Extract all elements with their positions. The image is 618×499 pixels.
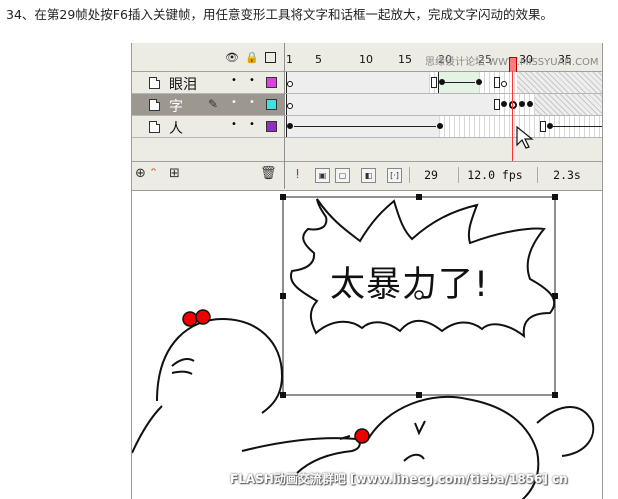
edit-multiple-frames-icon[interactable]: ◧ — [361, 168, 376, 183]
keyframe[interactable] — [519, 101, 525, 107]
layer-page-icon — [149, 99, 160, 111]
frame-row-tears[interactable] — [285, 72, 602, 94]
frame-rate-field[interactable]: 12.0 fps — [458, 167, 531, 183]
add-guide-icon[interactable]: ᵔ — [151, 166, 156, 181]
layer-row-text[interactable]: 字 ✎ • • — [132, 94, 284, 116]
layer-page-icon — [149, 121, 160, 133]
layer-row-tears[interactable]: 眼泪 • • — [132, 72, 284, 94]
frame-end-marker — [494, 77, 500, 88]
onion-markers-icon[interactable]: [·] — [387, 168, 402, 183]
frame-ruler[interactable]: 1 5 10 15 20 25 30 35 思缘设计论坛 WWW.MISSYUA… — [285, 43, 602, 73]
layer-header: 👁 🔒 — [132, 43, 284, 72]
visibility-dot[interactable]: • — [231, 97, 237, 108]
current-frame-field[interactable]: 29 — [409, 167, 452, 183]
lock-dot[interactable]: • — [249, 75, 255, 86]
layer-name: 人 — [169, 121, 183, 137]
pencil-icon: ✎ — [208, 97, 219, 111]
keyframe[interactable] — [476, 79, 482, 85]
trash-icon[interactable]: 🗑 — [260, 166, 277, 181]
chick-head — [156, 317, 284, 414]
frame-row-text[interactable] — [285, 94, 602, 116]
ruler-label: 15 — [398, 53, 412, 66]
layer-name: 眼泪 — [169, 77, 197, 93]
ruler-label: 1 — [286, 53, 293, 66]
keyframe[interactable] — [501, 101, 507, 107]
red-bow — [182, 311, 198, 327]
static-span — [286, 72, 429, 93]
playhead-handle[interactable] — [509, 57, 517, 73]
tween-arrow — [294, 126, 436, 127]
selected-keyframe[interactable] — [509, 101, 517, 109]
frame-row-person[interactable] — [285, 116, 602, 138]
add-layer-icon[interactable]: ⊕ — [135, 166, 146, 181]
onion-skin-icon[interactable]: ▣ — [315, 168, 330, 183]
instruction-text: 34、在第29帧处按F6插入关键帧，用任意变形工具将文字和话框一起放大，完成文字… — [6, 7, 553, 22]
ruler-label: 5 — [315, 53, 322, 66]
eye-icon[interactable]: 👁 — [225, 51, 239, 64]
character-arm — [241, 437, 361, 474]
static-span — [286, 94, 497, 115]
empty-keyframe[interactable] — [501, 81, 507, 87]
layer-toolbar: ⊕ ᵔ ⊞ 🗑 — [132, 161, 284, 190]
keyframe[interactable] — [527, 101, 533, 107]
elapsed-time-field: 2.3s — [537, 167, 596, 183]
layer-page-icon — [149, 77, 160, 89]
hatched-span — [517, 72, 602, 93]
layer-color-swatch[interactable] — [266, 121, 277, 132]
layer-name: 字 — [169, 99, 183, 115]
footer-watermark: FLASH动画交流群吧 [www.linecg.com/tieba/1856] … — [230, 472, 568, 486]
visibility-dot[interactable]: • — [231, 75, 237, 86]
stage-canvas[interactable]: 太暴力了! — [132, 125, 602, 499]
frame-end-marker — [431, 77, 437, 88]
hatched-span — [535, 94, 602, 115]
keyframe[interactable] — [287, 123, 293, 129]
lock-dot[interactable]: • — [249, 119, 255, 130]
timeline-status-bar: ⵑ ▣ ▢ ◧ [·] 29 12.0 fps 2.3s — [285, 161, 602, 190]
flash-editor: 👁 🔒 眼泪 • • 字 ✎ • • 人 • • ⊕ ᵔ ⊞ 🗑 1 5 10 … — [131, 43, 603, 499]
layer-pane: 👁 🔒 眼泪 • • 字 ✎ • • 人 • • ⊕ ᵔ ⊞ 🗑 — [132, 43, 285, 190]
visibility-dot[interactable]: • — [231, 119, 237, 130]
cursor-arrow-icon — [516, 125, 534, 149]
frame-end-marker — [494, 99, 500, 110]
frames-pane: 1 5 10 15 20 25 30 35 思缘设计论坛 WWW.MISSYUA… — [285, 43, 602, 190]
keyframe[interactable] — [437, 123, 443, 129]
lock-dot[interactable]: • — [249, 97, 255, 108]
empty-keyframe[interactable] — [287, 81, 293, 87]
empty-keyframe[interactable] — [287, 103, 293, 109]
layer-color-swatch[interactable] — [266, 77, 277, 88]
layer-row-person[interactable]: 人 • • — [132, 116, 284, 138]
center-frame-icon[interactable]: ⵑ — [291, 168, 304, 181]
onion-outline-icon[interactable]: ▢ — [335, 168, 350, 183]
frame-end-marker — [540, 121, 546, 132]
outline-icon[interactable] — [265, 52, 276, 63]
timeline-panel: 👁 🔒 眼泪 • • 字 ✎ • • 人 • • ⊕ ᵔ ⊞ 🗑 1 5 10 … — [132, 43, 602, 190]
bubble-text[interactable]: 太暴力了! — [330, 256, 489, 307]
add-folder-icon[interactable]: ⊞ — [169, 166, 180, 181]
tween-arrow — [445, 82, 475, 83]
ruler-label: 10 — [359, 53, 373, 66]
lock-icon[interactable]: 🔒 — [245, 51, 259, 64]
tween-arrow — [553, 126, 602, 127]
stage-artwork — [132, 194, 595, 499]
layer-color-swatch[interactable] — [266, 99, 277, 110]
